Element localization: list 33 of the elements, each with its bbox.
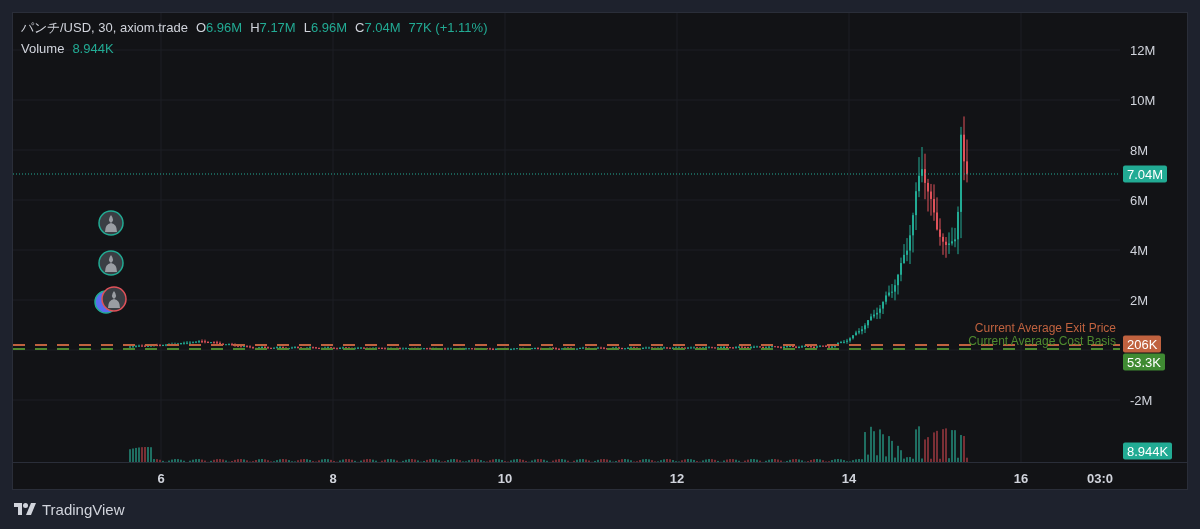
ohlc-value: C7.04M: [355, 20, 401, 35]
avatar-icon: [98, 210, 124, 236]
price-axis-label: 12M: [1130, 42, 1156, 58]
price-tag: 7.04M: [1123, 165, 1168, 183]
volume-label: Volume: [21, 41, 65, 56]
price-axis-label: 8M: [1130, 142, 1149, 158]
price-axis-label: 2M: [1130, 292, 1149, 308]
avatar-icon: [94, 286, 127, 314]
time-axis-label: 12: [669, 471, 685, 486]
ohlc-value: L6.96M: [303, 20, 348, 35]
ohlc-value: O6.96M: [195, 20, 243, 35]
avatar-icon: [98, 250, 124, 276]
price-axis-label: -2M: [1130, 392, 1153, 408]
symbol-title: パンチ/USD, 30, axiom.trade: [21, 19, 188, 37]
time-axis-label: 14: [841, 471, 857, 486]
time-axis-label: 10: [497, 471, 513, 486]
price-axis-label: 4M: [1130, 242, 1149, 258]
level-line-label: Current Average Exit Price: [974, 322, 1116, 334]
time-axis-label: 8: [329, 471, 337, 486]
change-value: 77K (+1.11%): [408, 20, 488, 35]
price-tag: 206K: [1123, 335, 1162, 353]
price-tag: 53.3K: [1123, 353, 1165, 371]
level-line-label: Current Average Cost Basis: [968, 335, 1116, 347]
brand-name: TradingView: [42, 501, 125, 518]
volume-value: 8.944K: [72, 41, 114, 56]
price-axis-label: 10M: [1130, 92, 1156, 108]
price-axis-label: 6M: [1130, 192, 1149, 208]
price-tag: 8.944K: [1123, 442, 1173, 460]
time-axis-label: 6: [157, 471, 165, 486]
time-axis-label: 16: [1013, 471, 1029, 486]
ohlc-value: H7.17M: [250, 20, 296, 35]
logo-icon: [14, 502, 36, 517]
time-axis-label: 03:0: [1087, 471, 1114, 486]
